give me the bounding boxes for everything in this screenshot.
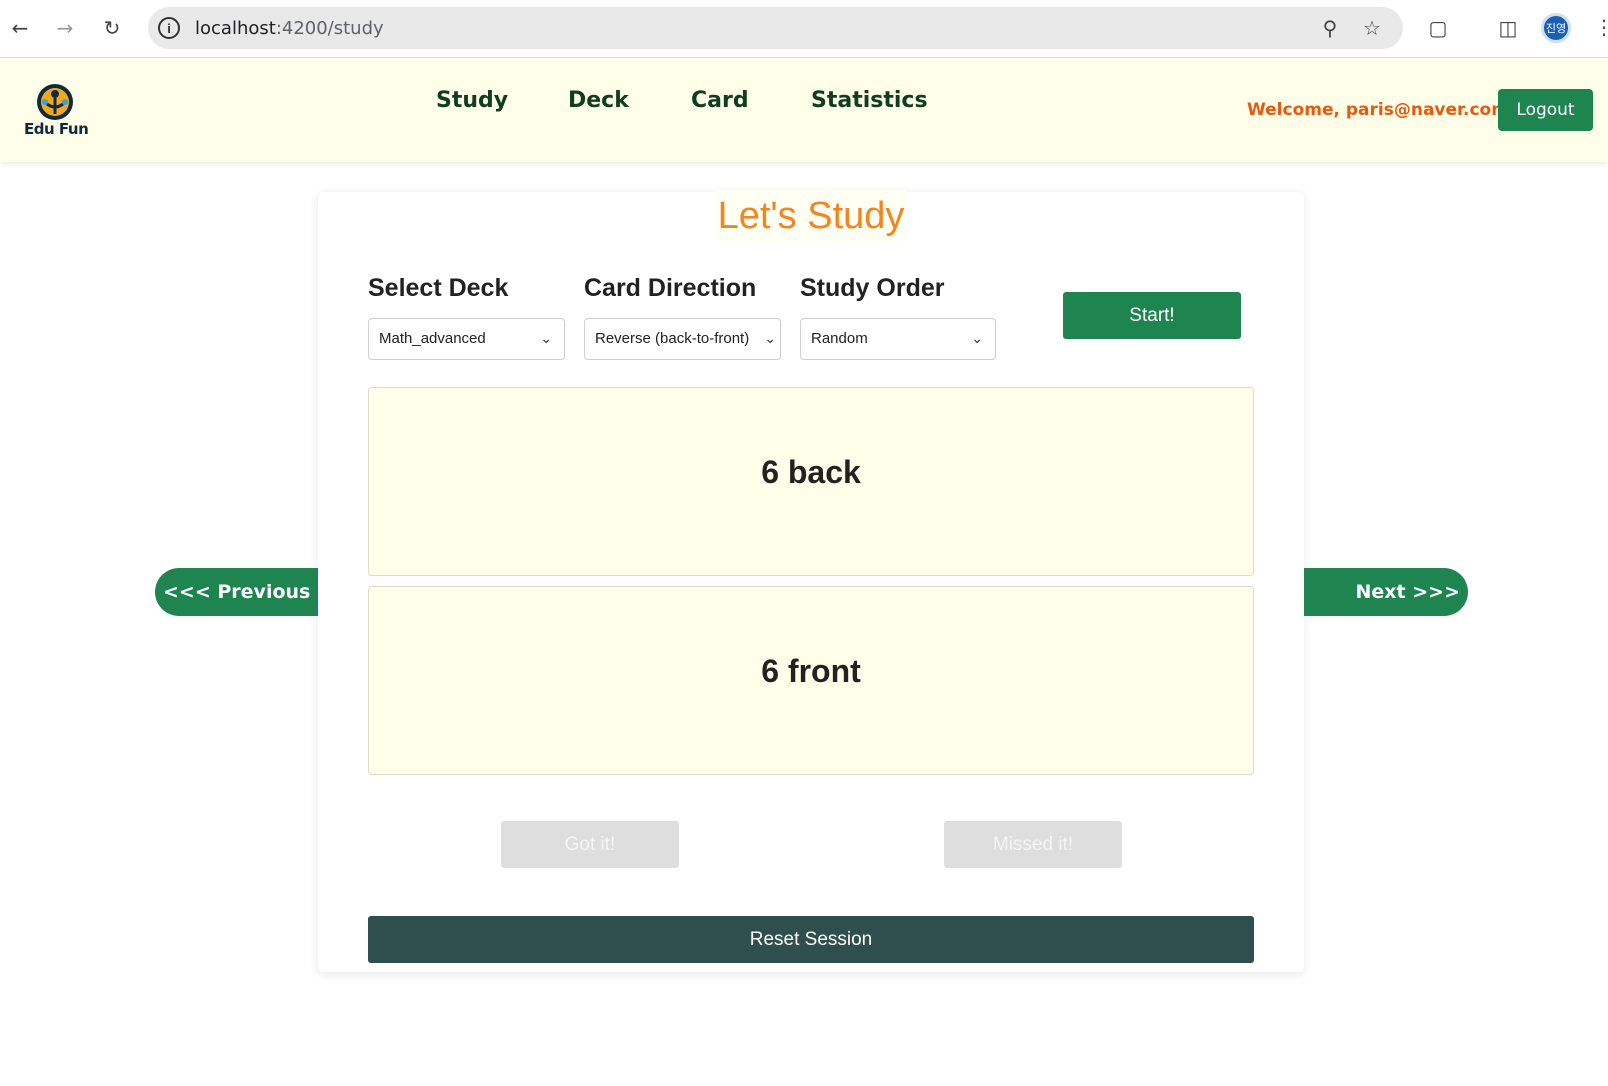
deck-select[interactable]: Math_advanced ⌄: [368, 318, 565, 360]
site-info-icon[interactable]: i: [158, 17, 180, 39]
study-order-label: Study Order: [800, 274, 945, 302]
address-bar[interactable]: i localhost:4200/study ⚲ ☆: [148, 7, 1403, 49]
reload-icon[interactable]: ↻: [98, 14, 126, 42]
page-title: Let's Study: [716, 190, 906, 242]
order-select[interactable]: Random ⌄: [800, 318, 996, 360]
chevron-down-icon: ⌄: [540, 331, 552, 347]
nav-card[interactable]: Card: [691, 88, 749, 113]
nav-statistics[interactable]: Statistics: [811, 88, 928, 113]
side-panel-icon[interactable]: ◫: [1495, 15, 1521, 41]
nav-deck[interactable]: Deck: [568, 88, 629, 113]
flashcard-bottom-text: 6 front: [761, 653, 861, 689]
nav-study[interactable]: Study: [436, 88, 508, 113]
forward-icon[interactable]: →: [51, 14, 79, 42]
logo-text: Edu Fun: [24, 120, 89, 138]
start-button[interactable]: Start!: [1063, 292, 1241, 339]
flashcard-top-text: 6 back: [761, 454, 861, 490]
next-button[interactable]: Next >>>: [1304, 568, 1468, 616]
extensions-icon[interactable]: ▢: [1425, 15, 1451, 41]
zoom-icon[interactable]: ⚲: [1318, 16, 1342, 40]
back-icon[interactable]: ←: [6, 14, 34, 42]
got-it-button[interactable]: Got it!: [501, 821, 679, 868]
deck-select-value: Math_advanced: [379, 330, 486, 347]
url-text[interactable]: localhost:4200/study: [195, 18, 384, 39]
chevron-down-icon: ⌄: [764, 331, 776, 347]
chevron-down-icon: ⌄: [971, 331, 983, 347]
reset-session-button[interactable]: Reset Session: [368, 916, 1254, 963]
flashcard-bottom[interactable]: 6 front: [368, 586, 1254, 775]
card-direction-label: Card Direction: [584, 274, 757, 302]
order-select-value: Random: [811, 330, 868, 347]
direction-select[interactable]: Reverse (back-to-front) ⌄: [584, 318, 781, 360]
browser-menu-icon[interactable]: ⋮: [1594, 15, 1608, 41]
flashcard-top[interactable]: 6 back: [368, 387, 1254, 576]
select-deck-label: Select Deck: [368, 274, 509, 302]
browser-toolbar: ← → ↻ i localhost:4200/study ⚲ ☆ ▢ ◫ 진영 …: [0, 0, 1608, 58]
app-header: Edu Fun Study Deck Card Statistics Welco…: [0, 58, 1608, 162]
profile-avatar[interactable]: 진영: [1541, 13, 1571, 43]
bookmark-star-icon[interactable]: ☆: [1360, 16, 1384, 40]
logout-button[interactable]: Logout: [1498, 89, 1593, 131]
missed-it-button[interactable]: Missed it!: [944, 821, 1122, 868]
previous-button[interactable]: <<< Previous: [155, 568, 318, 616]
direction-select-value: Reverse (back-to-front): [595, 330, 750, 347]
welcome-message: Welcome, paris@naver.com!: [1247, 100, 1517, 120]
